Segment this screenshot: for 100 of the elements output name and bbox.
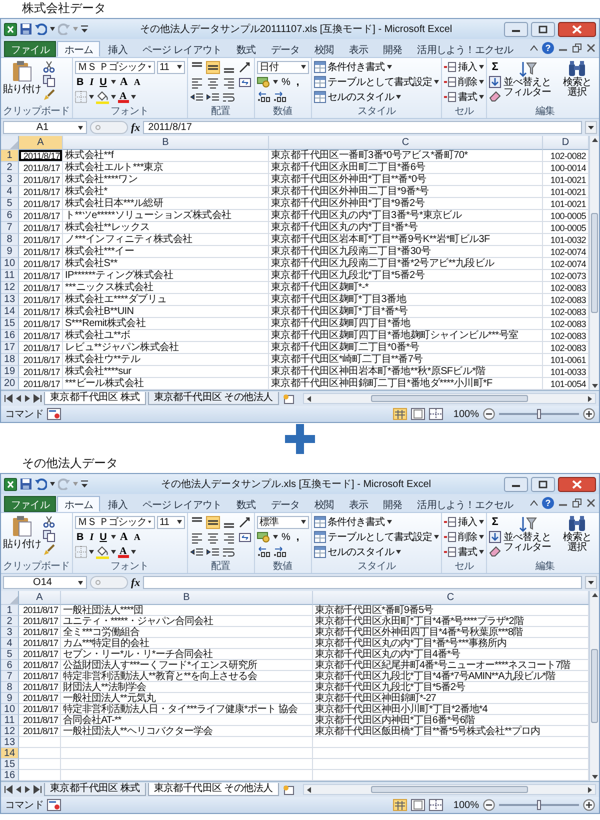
ribbon-tab[interactable]: 活用しよう！エクセル <box>410 41 520 57</box>
caret-icon[interactable] <box>88 550 94 554</box>
shrink-font-button[interactable]: A <box>132 76 142 88</box>
indent-increase-icon[interactable] <box>206 546 220 558</box>
caret-icon[interactable] <box>110 95 116 99</box>
eraser-icon[interactable] <box>489 545 501 557</box>
row-header[interactable]: 5 <box>1 198 19 210</box>
autosum-button[interactable]: Σ <box>489 61 501 74</box>
row-header[interactable]: 16 <box>1 770 19 781</box>
row-header[interactable]: 1 <box>1 150 19 162</box>
row-header[interactable]: 18 <box>1 354 19 366</box>
save-icon[interactable] <box>20 478 32 490</box>
page-break-icon[interactable] <box>429 799 444 811</box>
ribbon-tab[interactable]: 表示 <box>342 41 376 57</box>
italic-button[interactable]: I <box>88 530 96 544</box>
caret-icon[interactable] <box>50 482 55 486</box>
row-header[interactable]: 8 <box>1 682 19 693</box>
horizontal-scrollbar[interactable] <box>302 393 596 404</box>
caret-icon[interactable] <box>110 80 116 84</box>
expand-icon[interactable] <box>585 121 597 134</box>
workbook-close-button[interactable] <box>586 498 596 508</box>
insert-function-button[interactable]: fx <box>131 122 140 134</box>
fill-down-icon[interactable] <box>489 76 501 88</box>
caret-icon[interactable] <box>300 520 306 524</box>
ribbon-tab[interactable]: ページ レイアウト <box>135 41 229 57</box>
caret-icon[interactable] <box>50 27 55 31</box>
number-format-field[interactable]: 標準 <box>256 516 308 528</box>
row-header[interactable]: 10 <box>1 258 19 270</box>
percent-button[interactable]: % <box>280 530 292 544</box>
formula-field[interactable] <box>143 576 582 589</box>
row-header[interactable]: 5 <box>1 649 19 660</box>
row-header[interactable]: 15 <box>1 318 19 330</box>
ribbon-tab[interactable]: データ <box>264 496 307 512</box>
row-header[interactable]: 13 <box>1 737 19 748</box>
ribbon-tab[interactable]: 開発 <box>376 41 410 57</box>
wrap-text-icon[interactable] <box>222 90 236 104</box>
previous-sheet-icon[interactable] <box>15 785 22 794</box>
scissors-icon[interactable] <box>43 516 55 528</box>
align-center-icon[interactable] <box>206 76 220 88</box>
ribbon-tab[interactable]: ファイル <box>4 41 56 57</box>
workbook-restore-button[interactable] <box>572 43 582 53</box>
ribbon-tab[interactable]: 表示 <box>342 496 376 512</box>
formula-field[interactable]: 2011/8/17 <box>143 121 582 134</box>
ribbon-tab[interactable]: データ <box>264 41 307 57</box>
help-button[interactable]: ? <box>542 497 554 509</box>
brush-icon[interactable] <box>43 544 55 556</box>
grow-font-button[interactable]: A <box>118 530 130 544</box>
row-header[interactable]: 3 <box>1 627 19 638</box>
font-color-button[interactable]: A <box>118 546 129 558</box>
ribbon-tab[interactable]: ホーム <box>57 496 100 512</box>
ribbon-tab[interactable]: 挿入 <box>101 41 134 57</box>
row-header[interactable]: 2 <box>1 616 19 627</box>
font-name-field[interactable]: ＭＳ Ｐゴシック <box>74 60 154 74</box>
caret-icon[interactable] <box>130 95 136 99</box>
row-header[interactable]: 7 <box>1 671 19 682</box>
zoom-slider-thumb[interactable] <box>537 800 541 810</box>
column-header[interactable]: C <box>269 136 543 150</box>
last-sheet-icon[interactable] <box>33 394 42 403</box>
row-header[interactable]: 17 <box>1 342 19 354</box>
row-header[interactable]: 20 <box>1 378 19 390</box>
style-menu-button[interactable]: セルのスタイル <box>314 545 401 559</box>
row-header[interactable]: 2 <box>1 162 19 174</box>
row-header[interactable]: 11 <box>1 270 19 282</box>
row-header[interactable]: 16 <box>1 330 19 342</box>
decimal-increase-icon[interactable] <box>256 91 270 103</box>
help-button[interactable]: ? <box>542 42 554 54</box>
collapse-ribbon-icon[interactable] <box>530 45 538 51</box>
first-sheet-icon[interactable] <box>4 394 13 403</box>
comma-button[interactable]: , <box>294 530 302 544</box>
next-sheet-icon[interactable] <box>24 394 31 403</box>
column-header[interactable]: D <box>543 136 589 150</box>
workbook-close-button[interactable] <box>586 43 596 53</box>
new-sheet-icon[interactable] <box>280 392 297 404</box>
row-header[interactable]: 9 <box>1 693 19 704</box>
fill-bucket-icon[interactable] <box>96 90 108 104</box>
caret-icon[interactable] <box>176 65 182 69</box>
currency-icon[interactable] <box>256 76 270 88</box>
row-header[interactable]: 9 <box>1 246 19 258</box>
style-menu-button[interactable]: 条件付き書式 <box>314 60 392 74</box>
expand-icon[interactable] <box>585 576 597 589</box>
align-middle-icon[interactable] <box>206 60 220 74</box>
decimal-decrease-icon[interactable] <box>272 91 286 103</box>
ribbon-tab[interactable]: ページ レイアウト <box>135 496 229 512</box>
ribbon-tab[interactable]: 数式 <box>230 41 263 57</box>
align-left-icon[interactable] <box>190 76 204 88</box>
row-header[interactable]: 4 <box>1 186 19 198</box>
next-sheet-icon[interactable] <box>24 785 31 794</box>
close-button[interactable] <box>558 22 596 36</box>
grow-font-button[interactable]: A <box>118 76 130 88</box>
align-left-icon[interactable] <box>190 530 204 544</box>
sheet-tab[interactable]: 東京都千代田区 株式 <box>44 783 146 796</box>
vertical-scrollbar[interactable] <box>589 591 599 781</box>
merge-cells-icon[interactable] <box>238 530 252 544</box>
font-name-field[interactable]: ＭＳ Ｐゴシック <box>74 516 154 528</box>
sort-filter-button[interactable]: 並べ替えと フィルター <box>503 60 551 98</box>
row-header[interactable]: 6 <box>1 660 19 671</box>
style-menu-button[interactable]: テーブルとして書式設定 <box>314 530 439 544</box>
find-select-button[interactable]: 検索と 選択 <box>553 515 600 553</box>
save-icon[interactable] <box>20 23 32 35</box>
close-button[interactable] <box>558 476 596 492</box>
